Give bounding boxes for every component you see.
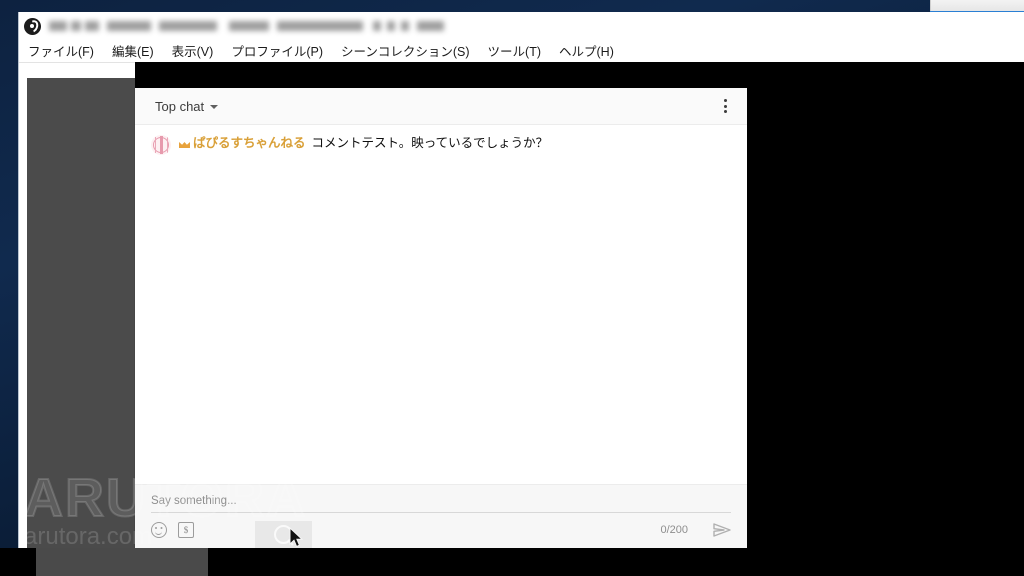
menu-item-profile[interactable]: プロファイル(P) <box>222 39 332 63</box>
more-vertical-icon[interactable] <box>711 92 739 120</box>
emoji-icon[interactable] <box>151 522 167 538</box>
user-avatar[interactable] <box>151 135 171 155</box>
chat-mode-selector[interactable]: Top chat <box>151 96 222 117</box>
crown-badge-icon <box>179 140 190 148</box>
obs-menubar: ファイル(F) 編集(E) 表示(V) プロファイル(P) シーンコレクション(… <box>19 40 1024 63</box>
send-arrow-icon[interactable] <box>713 522 731 538</box>
dot <box>723 99 727 102</box>
menu-item-tools[interactable]: ツール(T) <box>479 39 550 63</box>
chat-message-list[interactable]: ぱぴるすちゃんねる コメントテスト。映っているでしょうか？ <box>135 125 747 484</box>
chat-mode-label: Top chat <box>155 98 205 114</box>
dot <box>723 104 727 108</box>
menu-item-file[interactable]: ファイル(F) <box>19 39 103 63</box>
character-counter: 0/200 <box>660 524 688 536</box>
dot <box>723 110 727 113</box>
chat-input-wrapper[interactable]: Say something... <box>151 495 731 513</box>
taskbar-grey-strip <box>36 548 208 576</box>
window-title-redacted <box>49 20 444 32</box>
menu-item-view[interactable]: 表示(V) <box>163 39 223 63</box>
chat-header: Top chat <box>135 88 747 125</box>
menu-item-scene-collection[interactable]: シーンコレクション(S) <box>332 39 479 63</box>
chat-input-placeholder[interactable]: Say something... <box>151 495 731 507</box>
obs-logo-icon <box>24 17 41 35</box>
money-icon[interactable]: $ <box>178 522 194 538</box>
mouse-cursor <box>289 526 305 554</box>
chat-author-name[interactable]: ぱぴるすちゃんねる <box>193 136 306 150</box>
chat-message-text: コメントテスト。映っているでしょうか？ <box>311 136 549 150</box>
chat-message-row[interactable]: ぱぴるすちゃんねる コメントテスト。映っているでしょうか？ <box>135 131 747 159</box>
menu-item-help[interactable]: ヘルプ(H) <box>550 39 623 63</box>
menu-item-edit[interactable]: 編集(E) <box>103 39 163 63</box>
window-titlebar[interactable] <box>19 12 1024 40</box>
youtube-live-chat-dock: Top chat ぱぴるすちゃんねる コメントテスト。映っているでしょうか？ Sa… <box>135 88 747 548</box>
chat-composer-actions: $ 0/200 <box>151 522 731 538</box>
chat-composer: Say something... $ 0/200 <box>135 484 747 548</box>
chevron-down-icon <box>210 105 219 109</box>
chat-message-content: ぱぴるすちゃんねる コメントテスト。映っているでしょうか？ <box>179 135 548 152</box>
